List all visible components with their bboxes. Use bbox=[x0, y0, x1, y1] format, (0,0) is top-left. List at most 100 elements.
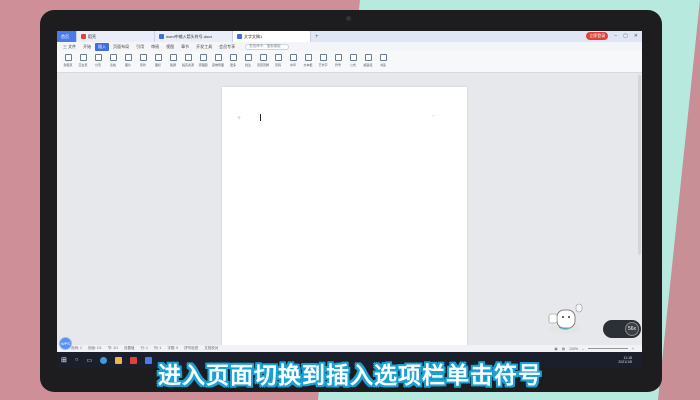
status-row: 行: 1 bbox=[140, 346, 148, 350]
status-bar: 页码: 1 页面: 1/1 节: 1/1 设置值 行: 1 列: 1 字数: 0… bbox=[57, 345, 642, 352]
ribbon-tool-button[interactable]: 艺术字 bbox=[317, 54, 329, 67]
tool-icon bbox=[64, 54, 72, 61]
command-search-input[interactable]: 查找命令、搜索模板 bbox=[245, 43, 290, 50]
ribbon-tool-button[interactable]: 截屏 bbox=[167, 54, 179, 67]
menu-item[interactable]: 会员专享 bbox=[216, 43, 238, 51]
menu-item[interactable]: 插入 bbox=[95, 42, 110, 51]
tool-label: 批注 bbox=[244, 63, 251, 67]
status-right: ▣ ▤ 100% – + bbox=[554, 347, 642, 351]
menu-item[interactable]: 视图 bbox=[163, 43, 177, 51]
tool-label: 图标 bbox=[154, 63, 161, 67]
tool-icon bbox=[379, 54, 387, 61]
ribbon-tool-button[interactable]: 水印 bbox=[287, 54, 299, 67]
word-doc-icon bbox=[237, 34, 242, 39]
menu-item[interactable]: 章节 bbox=[178, 43, 192, 51]
tool-label: 分页 bbox=[94, 63, 101, 67]
tab-doc1[interactable]: word中输入箭头符号.docx bbox=[155, 31, 233, 42]
tool-label: 公式 bbox=[349, 63, 356, 67]
ribbon-tool-button[interactable]: 封面页 bbox=[62, 54, 74, 67]
ribbon-tool-button[interactable]: 超链接 bbox=[362, 54, 374, 67]
tool-icon bbox=[244, 54, 252, 61]
status-words[interactable]: 字数: 0 bbox=[167, 346, 178, 351]
tool-label: 图片 bbox=[124, 63, 131, 67]
tool-icon bbox=[184, 54, 192, 61]
ribbon-tool-button[interactable]: 文本框 bbox=[302, 54, 314, 67]
tab-docer-label: 稻壳 bbox=[88, 33, 96, 39]
zoom-in-icon[interactable]: + bbox=[632, 347, 634, 351]
status-col: 列: 1 bbox=[153, 346, 162, 350]
zoom-slider[interactable] bbox=[587, 348, 628, 349]
ribbon-tool-button[interactable]: 思维导图 bbox=[212, 54, 224, 67]
ribbon-tool-button[interactable]: 公式 bbox=[347, 54, 359, 67]
menu-item[interactable]: 开始 bbox=[80, 43, 94, 51]
tool-label: 页码 bbox=[274, 63, 281, 67]
menu-item[interactable]: 三 文件 bbox=[60, 43, 79, 51]
view-mode-icon[interactable]: ▣ bbox=[554, 347, 557, 351]
tool-label: 封面页 bbox=[63, 63, 73, 67]
status-section: 节: 1/1 bbox=[107, 346, 119, 350]
minimize-icon[interactable]: – bbox=[614, 33, 617, 39]
new-tab-button[interactable]: + bbox=[311, 34, 323, 40]
menu-item[interactable]: 审阅 bbox=[148, 43, 162, 51]
vertical-scrollbar[interactable] bbox=[638, 75, 641, 255]
ribbon-tool-button[interactable]: 书签 bbox=[377, 54, 389, 67]
tab-bar: 首页 稻壳 word中输入箭头符号.docx 文字文稿1 + 立即登录 – ▢ … bbox=[57, 31, 642, 42]
tool-label: 稻壳资源 bbox=[182, 63, 195, 67]
playback-speed[interactable]: 56x bbox=[603, 320, 641, 338]
wps-logo: WPS bbox=[59, 337, 72, 350]
margin-mark: ⌐ bbox=[432, 113, 435, 118]
speed-indicator: 56x bbox=[625, 322, 639, 336]
tab-doc2[interactable]: 文字文稿1 bbox=[233, 31, 311, 42]
ribbon-tool-button[interactable]: 表格 bbox=[107, 54, 119, 67]
tool-label: 符号 bbox=[334, 63, 341, 67]
ribbon-tool-button[interactable]: 批注 bbox=[242, 54, 254, 67]
menu-item[interactable]: 页面布局 bbox=[110, 43, 132, 51]
tool-label: 书签 bbox=[379, 63, 386, 67]
ribbon-tool-button[interactable]: 图片 bbox=[122, 54, 134, 67]
login-button[interactable]: 立即登录 bbox=[586, 32, 609, 40]
ribbon-tool-button[interactable]: 符号 bbox=[332, 54, 344, 67]
status-setting: 设置值 bbox=[124, 346, 135, 350]
tool-icon bbox=[169, 54, 177, 61]
window-controls: 立即登录 – ▢ ✕ bbox=[586, 32, 638, 40]
ribbon-tool-button[interactable]: 更多 bbox=[227, 54, 239, 67]
ribbon-tool-button[interactable]: 流程图 bbox=[197, 54, 209, 67]
ribbon-tool-button[interactable]: 页眉页脚 bbox=[257, 54, 269, 67]
tool-icon bbox=[319, 54, 327, 61]
tool-label: 表格 bbox=[109, 63, 116, 67]
tool-label: 空白页 bbox=[78, 63, 88, 67]
ribbon-tool-button[interactable]: 形状 bbox=[137, 54, 149, 67]
tool-icon bbox=[94, 54, 102, 61]
menu-item[interactable]: 引用 bbox=[133, 43, 147, 51]
tool-icon bbox=[79, 54, 87, 61]
text-cursor bbox=[260, 114, 261, 121]
tool-label: 水印 bbox=[289, 63, 296, 67]
web-view-icon[interactable]: ▤ bbox=[562, 347, 565, 351]
ribbon-tool-button[interactable]: 分页 bbox=[92, 54, 104, 67]
maximize-icon[interactable]: ▢ bbox=[623, 33, 628, 39]
tool-icon bbox=[259, 54, 267, 61]
status-doc-check[interactable]: 文档校对 bbox=[204, 346, 218, 351]
ribbon-tool-button[interactable]: 稻壳资源 bbox=[182, 54, 194, 67]
tool-icon bbox=[334, 54, 342, 61]
tab-docer[interactable]: 稻壳 bbox=[77, 31, 155, 42]
tool-icon bbox=[349, 54, 357, 61]
tab-home[interactable]: 首页 bbox=[57, 31, 77, 42]
status-page: 页码: 1 bbox=[71, 346, 82, 350]
tool-label: 更多 bbox=[229, 63, 236, 67]
close-icon[interactable]: ✕ bbox=[634, 33, 638, 39]
menu-item[interactable]: 开发工具 bbox=[193, 43, 215, 51]
tool-label: 思维导图 bbox=[212, 63, 225, 67]
ribbon-tool-button[interactable]: 图标 bbox=[152, 54, 164, 67]
tool-icon bbox=[124, 54, 132, 61]
ribbon-tool-button[interactable]: 空白页 bbox=[77, 54, 89, 67]
ribbon-tool-button[interactable]: 页码 bbox=[272, 54, 284, 67]
document-page[interactable]: ¶· ⌐ bbox=[222, 87, 467, 347]
tool-icon bbox=[154, 54, 162, 61]
status-spell[interactable]: 拼写检查 bbox=[184, 346, 198, 351]
docer-icon bbox=[81, 34, 86, 39]
tool-icon bbox=[214, 54, 222, 61]
zoom-out-icon[interactable]: – bbox=[582, 347, 584, 351]
tool-icon bbox=[199, 54, 207, 61]
tool-label: 截屏 bbox=[169, 63, 176, 67]
